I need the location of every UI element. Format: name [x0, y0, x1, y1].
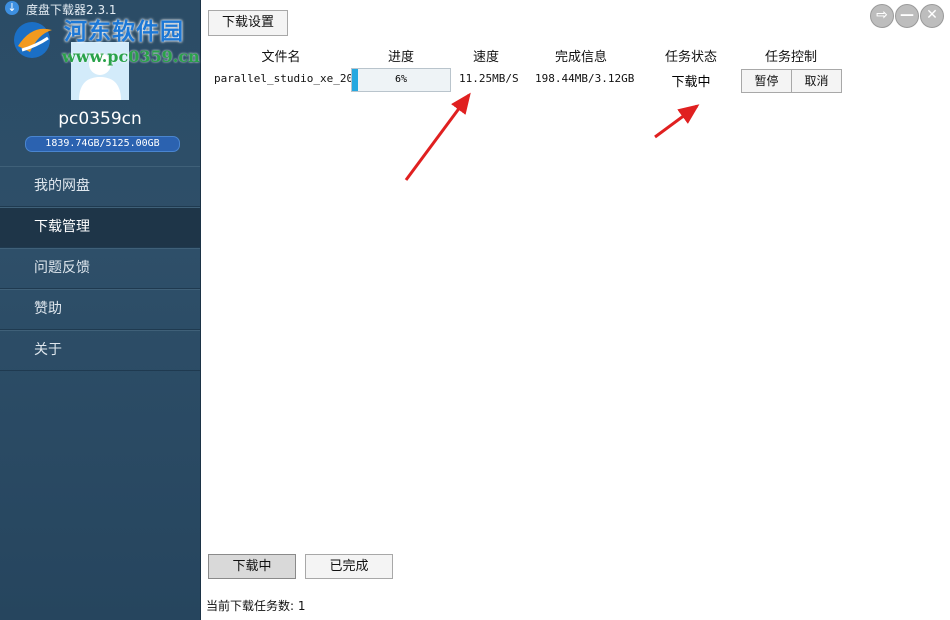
sidebar: ↓ 度盘下载器2.3.1 河东软件园 www.pc0359.cn pc0359c…: [0, 0, 201, 620]
pause-button[interactable]: 暂停: [741, 69, 792, 93]
sidebar-item-feedback[interactable]: 问题反馈: [0, 248, 200, 289]
column-header-status: 任务状态: [664, 50, 717, 65]
watermark-url: www.pc0359.cn: [62, 47, 200, 66]
minimize-icon[interactable]: —: [895, 4, 919, 28]
close-icon[interactable]: ✕: [920, 4, 944, 28]
progress-bar: 6%: [351, 68, 451, 92]
storage-quota-badge: 1839.74GB/5125.00GB: [25, 136, 180, 152]
username: pc0359cn: [58, 109, 142, 129]
tab-completed[interactable]: 已完成: [305, 554, 393, 579]
watermark-logo-icon: [14, 22, 52, 58]
row-status: 下载中: [671, 75, 711, 90]
sidebar-nav: 我的网盘 下载管理 问题反馈 赞助 关于: [0, 166, 200, 371]
row-speed: 11.25MB/S: [459, 72, 519, 85]
download-settings-button[interactable]: 下载设置: [208, 10, 288, 36]
arrow-to-speed-icon: [404, 92, 471, 181]
arrow-to-status-icon: [654, 104, 700, 139]
main-panel: 下载设置 ⇨ — ✕ 文件名 进度 速度 完成信息 任务状态 任务控制 para…: [201, 0, 950, 620]
column-header-speed: 速度: [472, 50, 499, 65]
annotation-arrows: [404, 92, 700, 181]
row-filename: parallel_studio_xe_201: [214, 72, 360, 85]
sidebar-item-sponsor[interactable]: 赞助: [0, 289, 200, 330]
column-header-progress: 进度: [387, 50, 414, 65]
sidebar-item-my-disk[interactable]: 我的网盘: [0, 166, 200, 207]
column-header-control: 任务控制: [764, 50, 817, 65]
watermark-site-name: 河东软件园: [64, 18, 184, 45]
sidebar-item-about[interactable]: 关于: [0, 330, 200, 371]
column-header-filename: 文件名: [261, 50, 301, 65]
sidebar-item-download-manager[interactable]: 下载管理: [0, 207, 200, 248]
progress-percent: 6%: [394, 74, 408, 85]
cancel-button[interactable]: 取消: [791, 69, 842, 93]
app-download-icon: ↓: [5, 1, 19, 15]
column-header-done-info: 完成信息: [554, 50, 607, 65]
row-done-info: 198.44MB/3.12GB: [535, 72, 635, 85]
restore-icon[interactable]: ⇨: [870, 4, 894, 28]
task-count-status: 当前下载任务数: 1: [206, 599, 306, 613]
tab-downloading[interactable]: 下载中: [208, 554, 296, 579]
